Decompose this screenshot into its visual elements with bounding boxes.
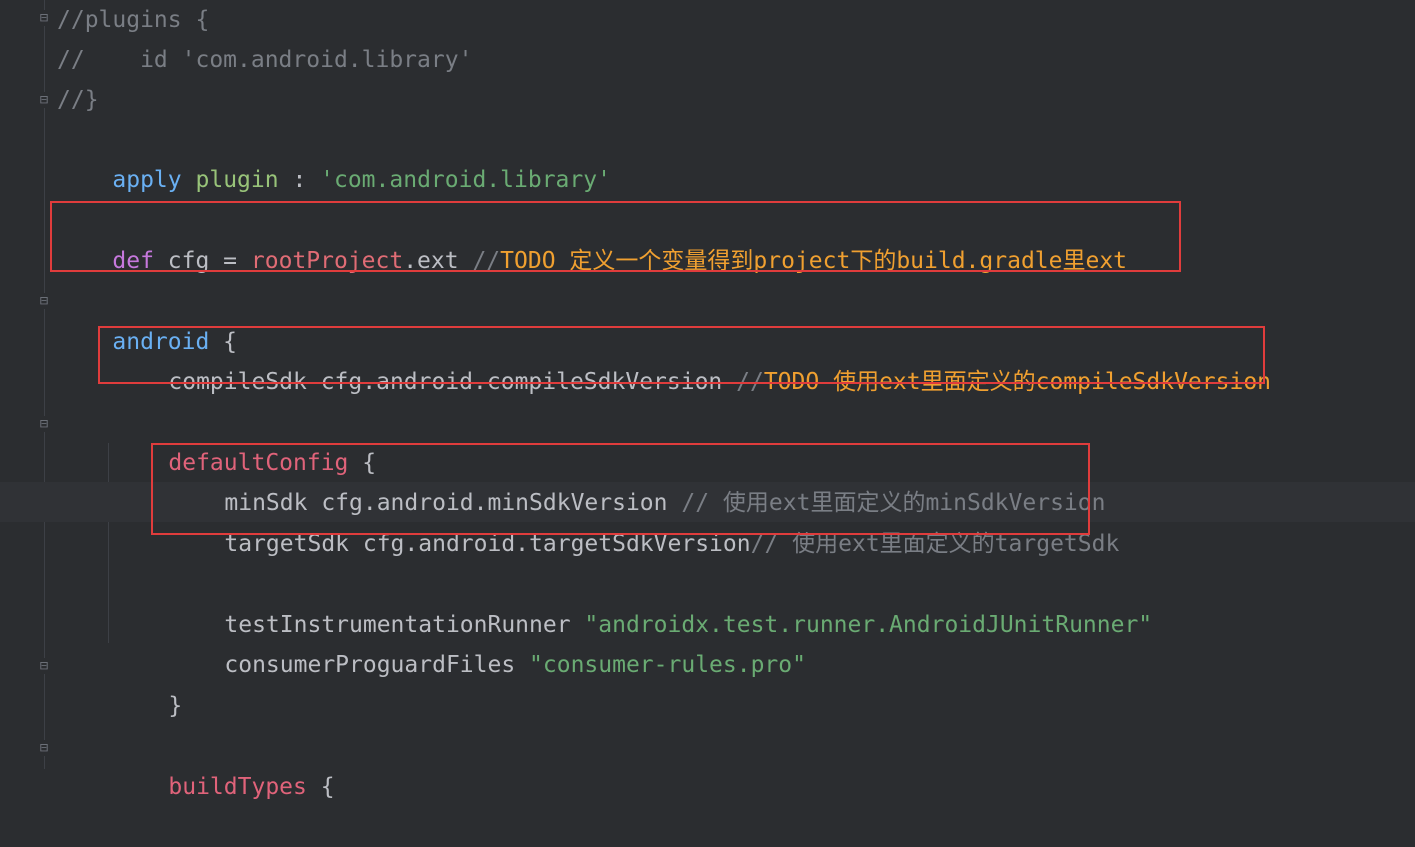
code-line-15[interactable]: testInstrumentationRunner "androidx.test…	[169, 565, 1152, 638]
fold-open-icon[interactable]: ⊟	[37, 416, 51, 432]
code-line-11[interactable]: defaultConfig {	[113, 403, 376, 476]
proguard-code: consumerProguardFiles	[224, 652, 530, 678]
code-editor[interactable]: ⊟ ⊟ ⊟ ⊟ ⊟ ⊟ //plugins { // id 'com.andro…	[0, 0, 1415, 800]
keyword-apply: apply	[112, 167, 182, 193]
code-line-3[interactable]: //}	[57, 80, 99, 120]
fold-open-icon[interactable]: ⊟	[37, 740, 51, 756]
proguard-string: "consumer-rules.pro"	[529, 652, 806, 678]
annotation-box-sdk-versions	[151, 443, 1090, 535]
code-line-16[interactable]: consumerProguardFiles "consumer-rules.pr…	[169, 605, 806, 678]
fold-close-icon[interactable]: ⊟	[37, 92, 51, 108]
annotation-box-def-cfg	[50, 201, 1181, 272]
annotation-box-compile-sdk	[98, 326, 1265, 384]
block-build-types: buildTypes	[168, 774, 307, 800]
fold-close-icon[interactable]: ⊟	[37, 658, 51, 674]
code-line-17[interactable]: }	[113, 646, 182, 719]
colon-operator: :	[278, 167, 321, 193]
fold-open-icon[interactable]: ⊟	[37, 10, 51, 26]
gutter-divider	[44, 0, 45, 769]
keyword-plugin: plugin	[195, 167, 279, 193]
close-brace: }	[168, 693, 183, 719]
open-brace: {	[306, 774, 335, 800]
code-line-2[interactable]: // id 'com.android.library'	[57, 40, 472, 80]
code-line-19[interactable]: buildTypes {	[113, 727, 334, 800]
fold-open-icon[interactable]: ⊟	[37, 293, 51, 309]
code-line-1[interactable]: //plugins {	[57, 0, 209, 40]
indent-guide	[108, 443, 109, 643]
code-line-4[interactable]: apply plugin : 'com.android.library'	[57, 120, 611, 193]
code-line-8[interactable]: android {	[57, 282, 237, 355]
plugin-string: 'com.android.library'	[320, 167, 611, 193]
